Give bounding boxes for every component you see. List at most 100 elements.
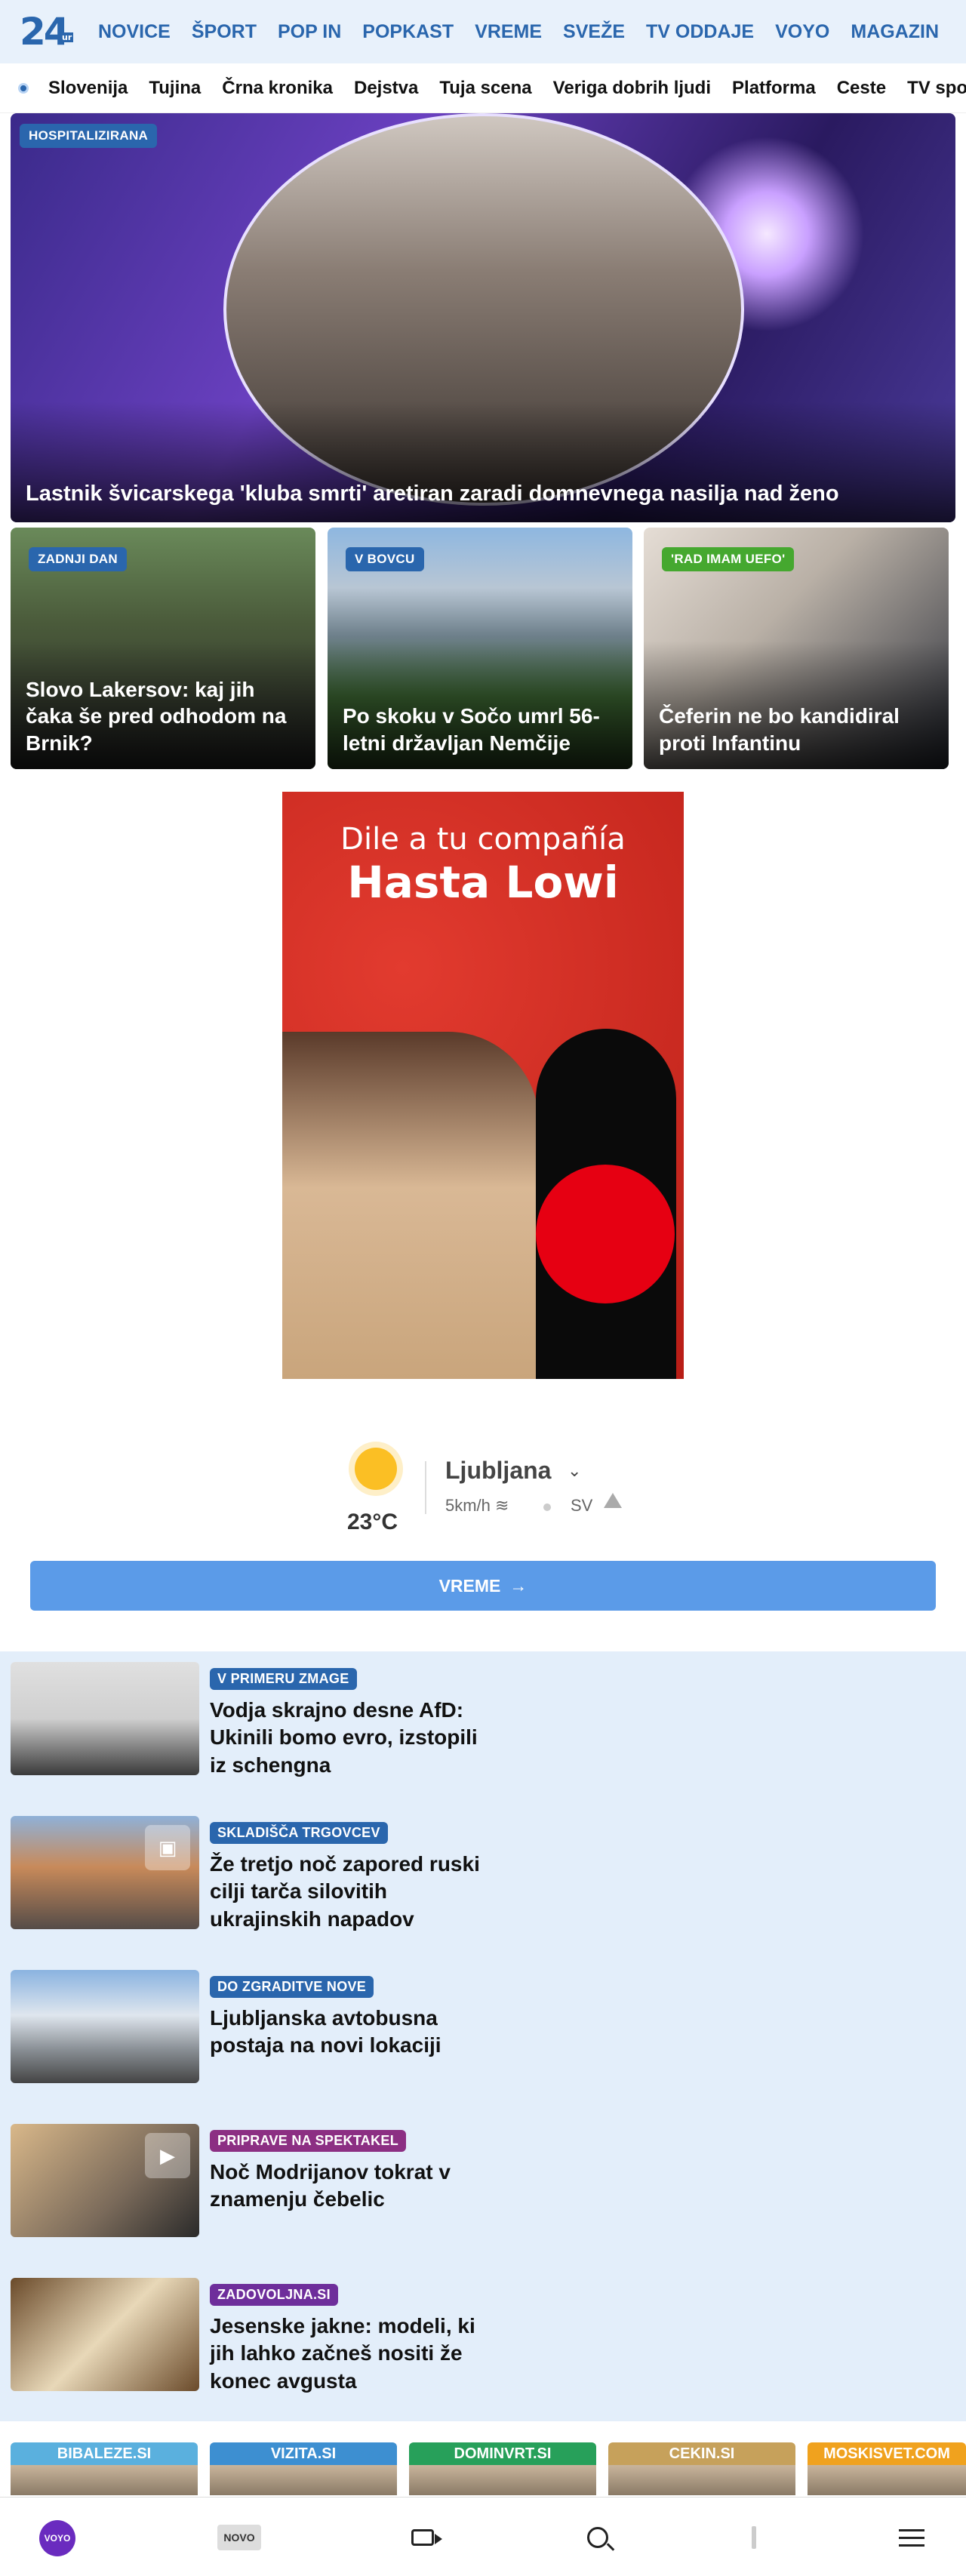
subnav-ceste[interactable]: Ceste — [837, 78, 886, 99]
partner-image — [409, 2465, 596, 2495]
list-item[interactable]: ZADOVOLJNA.SI Jesenske jakne: modeli, ki… — [11, 2278, 955, 2393]
ad-image — [282, 1032, 539, 1379]
article-title[interactable]: Že tretjo noč zapored ruski cilji tarča … — [210, 1851, 481, 1933]
article-badge: DO ZGRADITVE NOVE — [210, 1976, 374, 1998]
article-badge: PRIPRAVE NA SPEKTAKEL — [210, 2130, 406, 2152]
list-item[interactable]: DO ZGRADITVE NOVE Ljubljanska avtobusna … — [11, 1970, 955, 2083]
card-badge: V BOVCU — [346, 547, 424, 571]
nav-tv-oddaje[interactable]: TV ODDAJE — [646, 21, 754, 43]
nav-sveze[interactable]: SVEŽE — [563, 21, 625, 43]
subnav-tv-spored[interactable]: TV spored — [907, 78, 966, 99]
article-thumbnail[interactable]: ▣ — [11, 1816, 199, 1929]
search-icon[interactable] — [580, 2520, 616, 2555]
wind-direction: SV — [571, 1496, 593, 1515]
novo-button[interactable]: NOVO — [217, 2525, 261, 2550]
bottom-nav: VOYO NOVO — [0, 2497, 966, 2576]
partner-tab[interactable]: MOSKISVET.COM — [808, 2442, 966, 2495]
list-item[interactable]: ▶ PRIPRAVE NA SPEKTAKEL Noč Modrijanov t… — [11, 2124, 955, 2237]
article-thumbnail[interactable] — [11, 2278, 199, 2391]
sun-icon — [355, 1448, 397, 1490]
subnav-dejstva[interactable]: Dejstva — [354, 78, 418, 99]
hero-badge: HOSPITALIZIRANA — [20, 124, 158, 148]
article-badge: SKLADIŠČA TRGOVCEV — [210, 1822, 388, 1844]
sub-nav: Slovenija Tujina Črna kronika Dejstva Tu… — [48, 78, 966, 99]
partner-sites: BIBALEZE.SI VIZITA.SI DOMINVRT.SI CEKIN.… — [0, 2421, 966, 2497]
partner-tab[interactable]: BIBALEZE.SI — [11, 2442, 198, 2495]
list-item[interactable]: ▣ SKLADIŠČA TRGOVCEV Že tretjo noč zapor… — [11, 1816, 955, 1931]
sub-nav-bar: Slovenija Tujina Črna kronika Dejstva Tu… — [0, 63, 966, 113]
nav-pop-in[interactable]: POP IN — [278, 21, 341, 43]
nav-vreme[interactable]: VREME — [475, 21, 542, 43]
menu-icon[interactable] — [897, 2520, 927, 2555]
list-item[interactable]: V PRIMERU ZMAGE Vodja skrajno desne AfD:… — [11, 1662, 955, 1777]
temperature: 23°C — [347, 1510, 398, 1534]
ad-circle-shape — [536, 1165, 675, 1303]
nav-novice[interactable]: NOVICE — [98, 21, 171, 43]
hero-article[interactable]: HOSPITALIZIRANA Lastnik švicarskega 'klu… — [11, 113, 955, 522]
nav-magazin[interactable]: MAGAZIN — [851, 21, 939, 43]
article-badge: ZADOVOLJNA.SI — [210, 2284, 338, 2306]
weather-button-label: VREME — [438, 1575, 501, 1596]
subnav-crna-kronika[interactable]: Črna kronika — [222, 78, 333, 99]
direction-arrow-icon — [604, 1493, 622, 1508]
partner-tab[interactable]: DOMINVRT.SI — [409, 2442, 596, 2495]
main-nav: NOVICE ŠPORT POP IN POPKAST VREME SVEŽE … — [98, 21, 939, 43]
card-title[interactable]: Po skoku v Sočo umrl 56-letni državljan … — [343, 703, 617, 757]
weather-button[interactable]: VREME → — [30, 1561, 936, 1611]
nav-voyo[interactable]: VOYO — [775, 21, 829, 43]
advertisement[interactable]: Dile a tu compañía Hasta Lowi — [282, 792, 684, 1379]
news-card[interactable]: ZADNJI DAN Slovo Lakersov: kaj jih čaka … — [11, 528, 315, 769]
partner-image — [808, 2465, 966, 2495]
city-selector[interactable]: Ljubljana — [445, 1457, 551, 1485]
article-thumbnail[interactable] — [11, 1662, 199, 1775]
article-thumbnail[interactable] — [11, 1970, 199, 2083]
top-bar: 24 ur NOVICE ŠPORT POP IN POPKAST VREME S… — [0, 0, 966, 63]
voyo-button[interactable]: VOYO — [39, 2520, 75, 2556]
partner-label: CEKIN.SI — [608, 2442, 795, 2465]
video-camera-icon[interactable] — [405, 2520, 442, 2555]
nav-sport[interactable]: ŠPORT — [192, 21, 257, 43]
partner-label: VIZITA.SI — [210, 2442, 397, 2465]
news-card[interactable]: 'RAD IMAM UEFO' Čeferin ne bo kandidiral… — [644, 528, 949, 769]
gallery-icon: ▣ — [145, 1825, 190, 1870]
card-badge: ZADNJI DAN — [29, 547, 127, 571]
subnav-platforma[interactable]: Platforma — [732, 78, 816, 99]
article-title[interactable]: Jesenske jakne: modeli, ki jih lahko zač… — [210, 2313, 481, 2395]
subnav-veriga-dobrih-ljudi[interactable]: Veriga dobrih ljudi — [553, 78, 711, 99]
separator-dot — [543, 1503, 551, 1511]
news-card[interactable]: V BOVCU Po skoku v Sočo umrl 56-letni dr… — [328, 528, 632, 769]
article-list: V PRIMERU ZMAGE Vodja skrajno desne AfD:… — [0, 1651, 966, 2421]
ad-headline: Dile a tu compañía — [340, 822, 626, 857]
weather-widget: 23°C Ljubljana ⌄ 5km/h ≋ SV — [0, 1434, 966, 1547]
partner-label: BIBALEZE.SI — [11, 2442, 198, 2465]
ad-brand: Hasta Lowi — [347, 857, 619, 908]
site-logo[interactable]: 24 ur — [20, 10, 88, 54]
partner-tab[interactable]: VIZITA.SI — [210, 2442, 397, 2495]
partner-image — [608, 2465, 795, 2495]
card-title[interactable]: Slovo Lakersov: kaj jih čaka še pred odh… — [26, 676, 300, 757]
wind-speed: 5km/h ≋ — [445, 1496, 509, 1516]
partner-label: MOSKISVET.COM — [808, 2442, 966, 2465]
divider — [752, 2526, 756, 2549]
chevron-down-icon[interactable]: ⌄ — [568, 1461, 581, 1481]
hero-title[interactable]: Lastnik švicarskega 'kluba smrti' aretir… — [26, 480, 940, 507]
subnav-slovenija[interactable]: Slovenija — [48, 78, 128, 99]
article-badge: V PRIMERU ZMAGE — [210, 1668, 357, 1690]
subnav-tuja-scena[interactable]: Tuja scena — [439, 78, 531, 99]
partner-image — [11, 2465, 198, 2495]
card-title[interactable]: Čeferin ne bo kandidiral proti Infantinu — [659, 703, 934, 757]
partner-image — [210, 2465, 397, 2495]
partner-tab[interactable]: CEKIN.SI — [608, 2442, 795, 2495]
wind-icon: ≋ — [495, 1496, 509, 1515]
divider — [425, 1461, 426, 1514]
nav-popkast[interactable]: POPKAST — [362, 21, 454, 43]
article-title[interactable]: Noč Modrijanov tokrat v znamenju čebelic — [210, 2159, 481, 2214]
subnav-tujina[interactable]: Tujina — [149, 78, 201, 99]
arrow-right-icon: → — [509, 1575, 528, 1596]
card-badge: 'RAD IMAM UEFO' — [662, 547, 795, 571]
live-dot-icon — [18, 82, 29, 94]
article-title[interactable]: Vodja skrajno desne AfD: Ukinili bomo ev… — [210, 1697, 481, 1779]
wind-speed-value: 5km/h — [445, 1496, 491, 1515]
article-title[interactable]: Ljubljanska avtobusna postaja na novi lo… — [210, 2005, 481, 2060]
article-thumbnail[interactable]: ▶ — [11, 2124, 199, 2237]
